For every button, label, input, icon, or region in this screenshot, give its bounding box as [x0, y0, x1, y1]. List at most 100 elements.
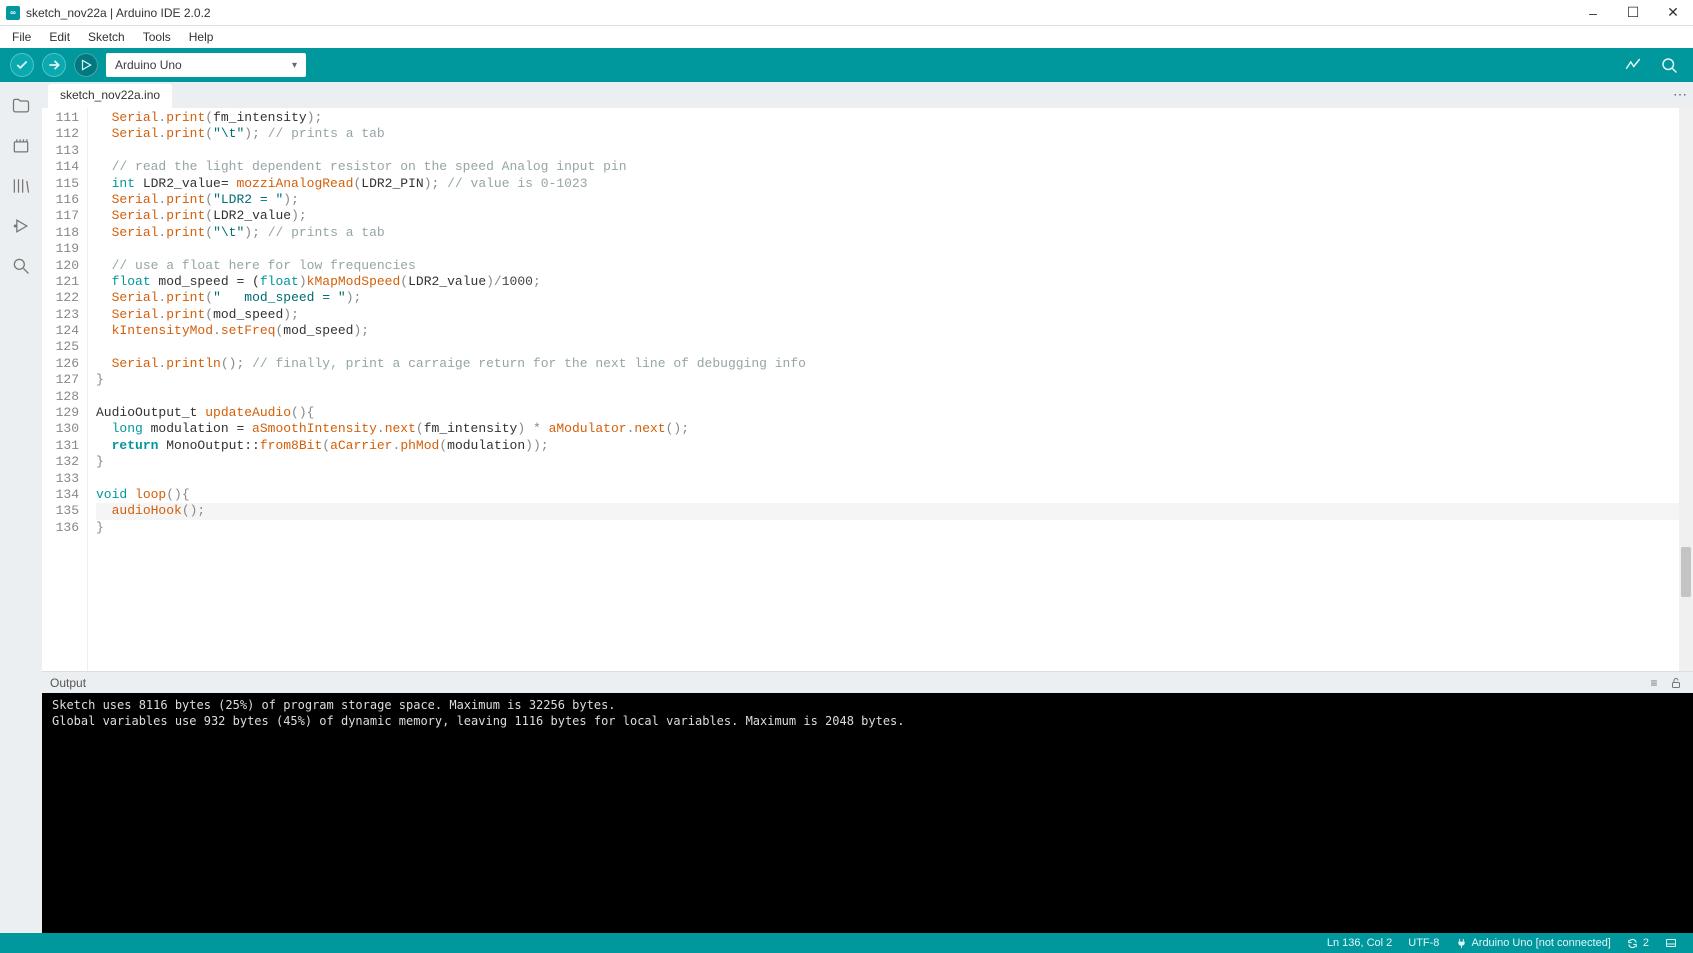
line-number: 132	[42, 454, 79, 470]
line-number: 116	[42, 192, 79, 208]
tab-active[interactable]: sketch_nov22a.ino	[48, 84, 172, 108]
menu-file[interactable]: File	[4, 28, 39, 46]
code-line[interactable]: kIntensityMod.setFreq(mod_speed);	[96, 323, 1679, 339]
code-line[interactable]: AudioOutput_t updateAudio(){	[96, 405, 1679, 421]
code-line[interactable]: return MonoOutput::from8Bit(aCarrier.phM…	[96, 438, 1679, 454]
line-number: 130	[42, 421, 79, 437]
menu-sketch[interactable]: Sketch	[80, 28, 133, 46]
bug-icon	[11, 216, 31, 236]
maximize-button[interactable]: ☐	[1613, 0, 1653, 26]
code-line[interactable]: audioHook();	[96, 503, 1679, 519]
code-line[interactable]: void loop(){	[96, 487, 1679, 503]
code-line[interactable]: Serial.print("\t"); // prints a tab	[96, 225, 1679, 241]
serial-plotter-button[interactable]	[1619, 51, 1647, 79]
code-line[interactable]: Serial.print(fm_intensity);	[96, 110, 1679, 126]
line-number: 121	[42, 274, 79, 290]
search-button[interactable]	[5, 250, 37, 282]
menubar: FileEditSketchToolsHelp	[0, 26, 1693, 48]
code-line[interactable]: float mod_speed = (float)kMapModSpeed(LD…	[96, 274, 1679, 290]
code-line[interactable]	[96, 389, 1679, 405]
line-number: 113	[42, 143, 79, 159]
code-line[interactable]: // use a float here for low frequencies	[96, 258, 1679, 274]
line-number: 119	[42, 241, 79, 257]
code-line[interactable]	[96, 241, 1679, 257]
code-line[interactable]: Serial.println(); // finally, print a ca…	[96, 356, 1679, 372]
activity-sidebar	[0, 82, 42, 933]
library-icon	[11, 176, 31, 196]
line-number: 134	[42, 487, 79, 503]
tab-menu-button[interactable]: ⋯	[1673, 86, 1687, 103]
code-line[interactable]: long modulation = aSmoothIntensity.next(…	[96, 421, 1679, 437]
line-number: 129	[42, 405, 79, 421]
panel-close-icon	[1665, 937, 1677, 949]
code-line[interactable]: // read the light dependent resistor on …	[96, 159, 1679, 175]
code-line[interactable]	[96, 143, 1679, 159]
code-line[interactable]: Serial.print("\t"); // prints a tab	[96, 126, 1679, 142]
magnify-icon	[1660, 56, 1678, 74]
code-line[interactable]: Serial.print(" mod_speed = ");	[96, 290, 1679, 306]
notifications-button[interactable]: 2	[1619, 937, 1657, 949]
output-panel[interactable]: Sketch uses 8116 bytes (25%) of program …	[42, 693, 1693, 933]
sketchbook-button[interactable]	[5, 90, 37, 122]
line-number: 136	[42, 520, 79, 536]
line-number: 115	[42, 176, 79, 192]
code-editor[interactable]: 1111121131141151161171181191201211221231…	[42, 108, 1693, 671]
debug-button[interactable]	[74, 53, 98, 77]
debug-sidebar-button[interactable]	[5, 210, 37, 242]
verify-button[interactable]	[10, 53, 34, 77]
cursor-position[interactable]: Ln 136, Col 2	[1319, 937, 1400, 949]
line-gutter: 1111121131141151161171181191201211221231…	[42, 108, 88, 671]
line-number: 128	[42, 389, 79, 405]
line-number: 124	[42, 323, 79, 339]
window-title: sketch_nov22a | Arduino IDE 2.0.2	[26, 6, 1573, 20]
plotter-icon	[1624, 56, 1642, 74]
main-area: sketch_nov22a.ino ⋯ 11111211311411511611…	[0, 82, 1693, 933]
serial-monitor-button[interactable]	[1655, 51, 1683, 79]
statusbar: Ln 136, Col 2 UTF-8 Arduino Uno [not con…	[0, 933, 1693, 953]
line-number: 127	[42, 372, 79, 388]
code-line[interactable]: }	[96, 454, 1679, 470]
code-line[interactable]: Serial.print("LDR2 = ");	[96, 192, 1679, 208]
tab-bar: sketch_nov22a.ino ⋯	[42, 82, 1693, 108]
code-line[interactable]: Serial.print(mod_speed);	[96, 307, 1679, 323]
arrow-right-icon	[47, 58, 61, 72]
debug-icon	[79, 58, 93, 72]
board-status[interactable]: Arduino Uno [not connected]	[1447, 937, 1618, 949]
minimize-button[interactable]: –	[1573, 0, 1613, 26]
output-options-button[interactable]: ≡	[1645, 676, 1663, 690]
line-number: 117	[42, 208, 79, 224]
vertical-scrollbar[interactable]	[1679, 108, 1693, 671]
sync-icon	[1627, 937, 1639, 949]
line-number: 112	[42, 126, 79, 142]
line-number: 123	[42, 307, 79, 323]
board-status-label: Arduino Uno [not connected]	[1471, 937, 1610, 949]
scrollbar-thumb[interactable]	[1681, 547, 1691, 597]
plug-icon	[1455, 937, 1467, 949]
library-manager-button[interactable]	[5, 170, 37, 202]
line-number: 125	[42, 339, 79, 355]
code-line[interactable]: int LDR2_value= mozziAnalogRead(LDR2_PIN…	[96, 176, 1679, 192]
menu-help[interactable]: Help	[181, 28, 222, 46]
code-line[interactable]	[96, 339, 1679, 355]
notifications-count: 2	[1643, 937, 1649, 949]
boards-manager-button[interactable]	[5, 130, 37, 162]
line-number: 111	[42, 110, 79, 126]
code-content[interactable]: Serial.print(fm_intensity); Serial.print…	[88, 108, 1679, 671]
lock-icon	[1670, 677, 1682, 689]
code-line[interactable]: }	[96, 520, 1679, 536]
toolbar: Arduino Uno	[0, 48, 1693, 82]
close-panel-button[interactable]	[1657, 937, 1685, 949]
code-line[interactable]: }	[96, 372, 1679, 388]
encoding-indicator[interactable]: UTF-8	[1400, 937, 1447, 949]
line-number: 118	[42, 225, 79, 241]
code-line[interactable]	[96, 471, 1679, 487]
code-line[interactable]: Serial.print(LDR2_value);	[96, 208, 1679, 224]
arduino-app-icon: ∞	[6, 6, 20, 20]
upload-button[interactable]	[42, 53, 66, 77]
output-lock-button[interactable]	[1667, 677, 1685, 689]
close-button[interactable]: ✕	[1653, 0, 1693, 26]
menu-edit[interactable]: Edit	[41, 28, 78, 46]
menu-tools[interactable]: Tools	[135, 28, 179, 46]
board-selector[interactable]: Arduino Uno	[106, 53, 306, 77]
line-number: 126	[42, 356, 79, 372]
